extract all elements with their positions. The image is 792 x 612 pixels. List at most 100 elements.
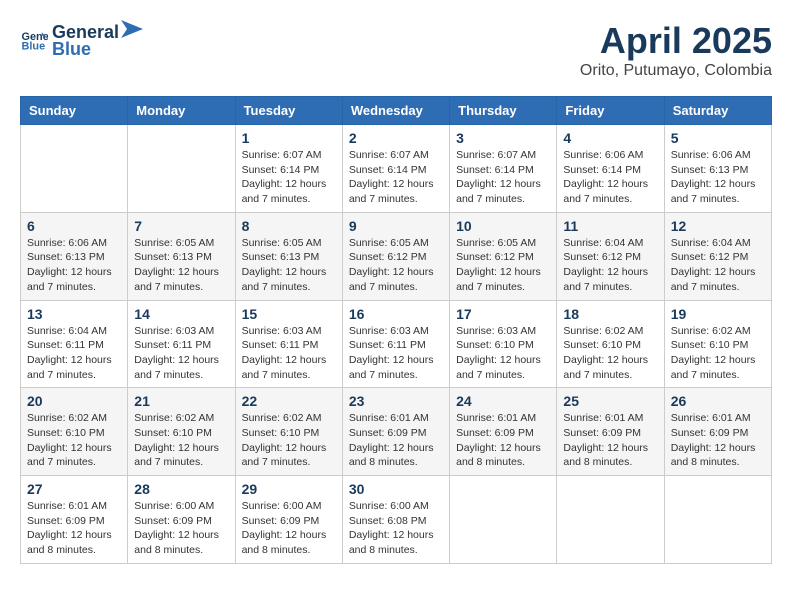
calendar-cell: 28Sunrise: 6:00 AM Sunset: 6:09 PM Dayli… bbox=[128, 476, 235, 564]
weekday-header-saturday: Saturday bbox=[664, 97, 771, 125]
calendar-cell bbox=[450, 476, 557, 564]
calendar-cell: 13Sunrise: 6:04 AM Sunset: 6:11 PM Dayli… bbox=[21, 300, 128, 388]
day-info: Sunrise: 6:01 AM Sunset: 6:09 PM Dayligh… bbox=[27, 499, 121, 558]
calendar-cell: 10Sunrise: 6:05 AM Sunset: 6:12 PM Dayli… bbox=[450, 212, 557, 300]
day-info: Sunrise: 6:05 AM Sunset: 6:13 PM Dayligh… bbox=[242, 236, 336, 295]
calendar-cell: 11Sunrise: 6:04 AM Sunset: 6:12 PM Dayli… bbox=[557, 212, 664, 300]
weekday-header-tuesday: Tuesday bbox=[235, 97, 342, 125]
title-area: April 2025 Orito, Putumayo, Colombia bbox=[580, 20, 772, 80]
logo: General Blue General Blue bbox=[20, 20, 145, 60]
day-number: 25 bbox=[563, 393, 657, 409]
calendar-cell: 24Sunrise: 6:01 AM Sunset: 6:09 PM Dayli… bbox=[450, 388, 557, 476]
calendar-cell: 17Sunrise: 6:03 AM Sunset: 6:10 PM Dayli… bbox=[450, 300, 557, 388]
day-info: Sunrise: 6:03 AM Sunset: 6:11 PM Dayligh… bbox=[242, 324, 336, 383]
day-number: 3 bbox=[456, 130, 550, 146]
calendar-cell: 26 Sunrise: 6:01 AM Sunset: 6:09 PM Dayli… bbox=[664, 388, 771, 476]
calendar-cell: 7 Sunrise: 6:05 AM Sunset: 6:13 PM Daylig… bbox=[128, 212, 235, 300]
day-info: Sunrise: 6:02 AM Sunset: 6:10 PM Dayligh… bbox=[242, 411, 336, 470]
calendar-cell: 29 Sunrise: 6:00 AM Sunset: 6:09 PM Dayli… bbox=[235, 476, 342, 564]
day-number: 30 bbox=[349, 481, 443, 497]
day-number: 1 bbox=[242, 130, 336, 146]
day-info: Sunrise: 6:00 AM Sunset: 6:09 PM Dayligh… bbox=[134, 499, 228, 558]
day-info: Sunrise: 6:06 AM Sunset: 6:13 PM Dayligh… bbox=[27, 236, 121, 295]
day-number: 29 bbox=[242, 481, 336, 497]
day-number: 7 bbox=[134, 218, 228, 234]
calendar-table: SundayMondayTuesdayWednesdayThursdayFrid… bbox=[20, 96, 772, 564]
calendar-cell: 6 Sunrise: 6:06 AM Sunset: 6:13 PM Daylig… bbox=[21, 212, 128, 300]
day-number: 8 bbox=[242, 218, 336, 234]
calendar-cell: 25 Sunrise: 6:01 AM Sunset: 6:09 PM Dayli… bbox=[557, 388, 664, 476]
calendar-header-row: SundayMondayTuesdayWednesdayThursdayFrid… bbox=[21, 97, 772, 125]
logo-icon: General Blue bbox=[20, 26, 48, 54]
day-info: Sunrise: 6:03 AM Sunset: 6:11 PM Dayligh… bbox=[134, 324, 228, 383]
day-info: Sunrise: 6:01 AM Sunset: 6:09 PM Dayligh… bbox=[563, 411, 657, 470]
month-title: April 2025 bbox=[580, 20, 772, 62]
calendar-cell: 16 Sunrise: 6:03 AM Sunset: 6:11 PM Dayli… bbox=[342, 300, 449, 388]
day-info: Sunrise: 6:02 AM Sunset: 6:10 PM Dayligh… bbox=[27, 411, 121, 470]
day-number: 26 bbox=[671, 393, 765, 409]
calendar-week-row: 1 Sunrise: 6:07 AM Sunset: 6:14 PM Daylig… bbox=[21, 125, 772, 213]
day-info: Sunrise: 6:06 AM Sunset: 6:14 PM Dayligh… bbox=[563, 148, 657, 207]
day-number: 19 bbox=[671, 306, 765, 322]
calendar-cell: 14 Sunrise: 6:03 AM Sunset: 6:11 PM Dayli… bbox=[128, 300, 235, 388]
weekday-header-monday: Monday bbox=[128, 97, 235, 125]
calendar-cell: 30Sunrise: 6:00 AM Sunset: 6:08 PM Dayli… bbox=[342, 476, 449, 564]
page-header: General Blue General Blue April 2025 Ori… bbox=[20, 20, 772, 80]
calendar-cell: 12 Sunrise: 6:04 AM Sunset: 6:12 PM Dayli… bbox=[664, 212, 771, 300]
day-info: Sunrise: 6:05 AM Sunset: 6:13 PM Dayligh… bbox=[134, 236, 228, 295]
day-number: 13 bbox=[27, 306, 121, 322]
day-info: Sunrise: 6:02 AM Sunset: 6:10 PM Dayligh… bbox=[671, 324, 765, 383]
day-info: Sunrise: 6:01 AM Sunset: 6:09 PM Dayligh… bbox=[456, 411, 550, 470]
day-info: Sunrise: 6:07 AM Sunset: 6:14 PM Dayligh… bbox=[456, 148, 550, 207]
weekday-header-thursday: Thursday bbox=[450, 97, 557, 125]
calendar-cell: 8 Sunrise: 6:05 AM Sunset: 6:13 PM Daylig… bbox=[235, 212, 342, 300]
calendar-cell: 22 Sunrise: 6:02 AM Sunset: 6:10 PM Dayli… bbox=[235, 388, 342, 476]
day-info: Sunrise: 6:07 AM Sunset: 6:14 PM Dayligh… bbox=[349, 148, 443, 207]
day-number: 16 bbox=[349, 306, 443, 322]
calendar-cell: 19 Sunrise: 6:02 AM Sunset: 6:10 PM Dayli… bbox=[664, 300, 771, 388]
day-number: 5 bbox=[671, 130, 765, 146]
calendar-cell bbox=[128, 125, 235, 213]
day-info: Sunrise: 6:01 AM Sunset: 6:09 PM Dayligh… bbox=[671, 411, 765, 470]
calendar-cell: 1Sunrise: 6:07 AM Sunset: 6:14 PM Daylig… bbox=[235, 125, 342, 213]
day-info: Sunrise: 6:02 AM Sunset: 6:10 PM Dayligh… bbox=[134, 411, 228, 470]
day-number: 2 bbox=[349, 130, 443, 146]
calendar-cell: 2 Sunrise: 6:07 AM Sunset: 6:14 PM Daylig… bbox=[342, 125, 449, 213]
day-info: Sunrise: 6:00 AM Sunset: 6:09 PM Dayligh… bbox=[242, 499, 336, 558]
calendar-cell: 23 Sunrise: 6:01 AM Sunset: 6:09 PM Dayli… bbox=[342, 388, 449, 476]
day-number: 6 bbox=[27, 218, 121, 234]
weekday-header-wednesday: Wednesday bbox=[342, 97, 449, 125]
day-number: 20 bbox=[27, 393, 121, 409]
calendar-cell: 20 Sunrise: 6:02 AM Sunset: 6:10 PM Dayli… bbox=[21, 388, 128, 476]
day-number: 23 bbox=[349, 393, 443, 409]
day-number: 4 bbox=[563, 130, 657, 146]
location-title: Orito, Putumayo, Colombia bbox=[580, 62, 772, 80]
day-number: 27 bbox=[27, 481, 121, 497]
calendar-cell bbox=[21, 125, 128, 213]
calendar-week-row: 27 Sunrise: 6:01 AM Sunset: 6:09 PM Dayli… bbox=[21, 476, 772, 564]
day-number: 12 bbox=[671, 218, 765, 234]
day-number: 14 bbox=[134, 306, 228, 322]
calendar-cell: 9 Sunrise: 6:05 AM Sunset: 6:12 PM Daylig… bbox=[342, 212, 449, 300]
day-number: 22 bbox=[242, 393, 336, 409]
calendar-cell: 4 Sunrise: 6:06 AM Sunset: 6:14 PM Daylig… bbox=[557, 125, 664, 213]
calendar-cell: 5 Sunrise: 6:06 AM Sunset: 6:13 PM Daylig… bbox=[664, 125, 771, 213]
day-info: Sunrise: 6:02 AM Sunset: 6:10 PM Dayligh… bbox=[563, 324, 657, 383]
day-info: Sunrise: 6:04 AM Sunset: 6:12 PM Dayligh… bbox=[671, 236, 765, 295]
day-number: 15 bbox=[242, 306, 336, 322]
calendar-cell: 18Sunrise: 6:02 AM Sunset: 6:10 PM Dayli… bbox=[557, 300, 664, 388]
day-number: 21 bbox=[134, 393, 228, 409]
calendar-cell: 27 Sunrise: 6:01 AM Sunset: 6:09 PM Dayli… bbox=[21, 476, 128, 564]
logo-arrow-icon bbox=[121, 20, 143, 38]
svg-text:Blue: Blue bbox=[22, 40, 46, 52]
day-info: Sunrise: 6:05 AM Sunset: 6:12 PM Dayligh… bbox=[349, 236, 443, 295]
day-info: Sunrise: 6:06 AM Sunset: 6:13 PM Dayligh… bbox=[671, 148, 765, 207]
day-number: 11 bbox=[563, 218, 657, 234]
day-info: Sunrise: 6:03 AM Sunset: 6:11 PM Dayligh… bbox=[349, 324, 443, 383]
calendar-week-row: 20 Sunrise: 6:02 AM Sunset: 6:10 PM Dayli… bbox=[21, 388, 772, 476]
day-info: Sunrise: 6:05 AM Sunset: 6:12 PM Dayligh… bbox=[456, 236, 550, 295]
day-info: Sunrise: 6:01 AM Sunset: 6:09 PM Dayligh… bbox=[349, 411, 443, 470]
day-number: 9 bbox=[349, 218, 443, 234]
calendar-week-row: 13Sunrise: 6:04 AM Sunset: 6:11 PM Dayli… bbox=[21, 300, 772, 388]
weekday-header-sunday: Sunday bbox=[21, 97, 128, 125]
